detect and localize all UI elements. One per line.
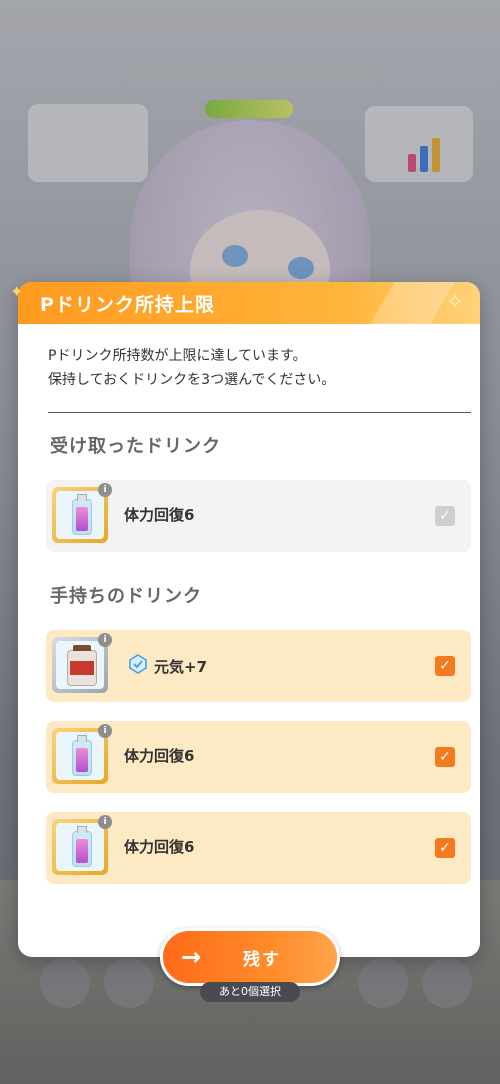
drink-checkbox[interactable]: ✓ [435, 506, 455, 526]
info-icon[interactable]: i [98, 724, 112, 738]
drink-label: 体力回復6 [124, 506, 195, 524]
drink-checkbox[interactable]: ✓ [435, 838, 455, 858]
drink-limit-dialog: Pドリンク所持上限 ✧ ✦ Pドリンク所持数が上限に達しています。 保持しておく… [10, 282, 480, 957]
drink-item-frame[interactable]: i [52, 815, 112, 875]
drink-checkbox[interactable]: ✓ [435, 656, 455, 676]
dialog-title: Pドリンク所持上限 [40, 294, 215, 316]
drink-item-frame[interactable]: i [52, 633, 112, 693]
keep-button-label: 残す [243, 950, 281, 970]
drink-bottle-icon [72, 735, 92, 776]
owned-drink-row[interactable]: i 体力回復6 ✓ [46, 812, 471, 884]
received-section-title: 受け取ったドリンク [50, 436, 221, 457]
info-icon[interactable]: i [98, 815, 112, 829]
keep-button[interactable]: → 残す [160, 928, 340, 986]
received-drink-row[interactable]: i 体力回復6 ✓ [46, 480, 471, 552]
owned-section-title: 手持ちのドリンク [50, 586, 202, 607]
owned-drink-row[interactable]: i 体力回復6 ✓ [46, 721, 471, 793]
message-line-1: Pドリンク所持数が上限に達しています。 [48, 348, 307, 364]
drink-checkbox[interactable]: ✓ [435, 747, 455, 767]
drink-item-frame[interactable]: i [52, 724, 112, 784]
drink-bottle-icon [72, 494, 92, 535]
toolbar-drink-slot-2 [104, 958, 154, 1008]
drink-label: 体力回復6 [124, 747, 195, 765]
remaining-count-badge: あと0個選択 [200, 982, 300, 1002]
star-icon: ✦ [10, 282, 24, 301]
dialog-header: Pドリンク所持上限 ✧ [18, 282, 480, 324]
drink-label: 体力回復6 [124, 838, 195, 856]
drink-item-frame[interactable]: i [52, 483, 112, 543]
genki-icon [129, 654, 147, 674]
drink-bottle-icon [72, 826, 92, 867]
toolbar-menu-icon [422, 958, 472, 1008]
toolbar-drink-slot-1 [40, 958, 90, 1008]
dialog-message: Pドリンク所持数が上限に達しています。 保持しておくドリンクを3つ選んでください… [48, 344, 335, 392]
message-line-2: 保持しておくドリンクを3つ選んでください。 [48, 372, 336, 388]
sparkle-icon: ✧ [445, 290, 465, 315]
info-icon[interactable]: i [98, 633, 112, 647]
drink-label: 元気+7 [154, 658, 208, 676]
divider [48, 412, 471, 413]
drink-jar-icon [67, 645, 97, 686]
arrow-right-icon: → [181, 943, 202, 971]
toolbar-bag-icon [358, 958, 408, 1008]
info-icon[interactable]: i [98, 483, 112, 497]
owned-drink-row[interactable]: i 元気+7 ✓ [46, 630, 471, 702]
